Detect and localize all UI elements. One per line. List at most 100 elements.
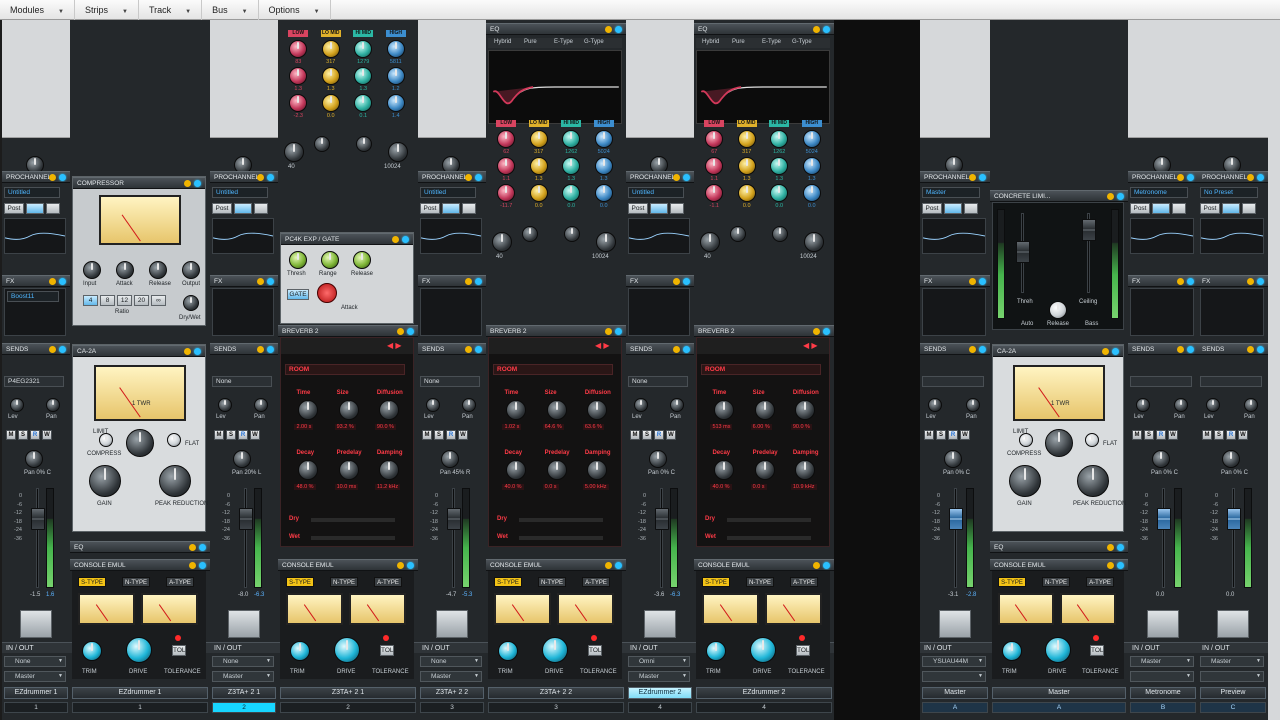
strip-name[interactable]: Metronome [1130,687,1196,699]
button-w[interactable]: W [1238,430,1248,440]
power-icon[interactable] [1117,544,1124,551]
eq-toggle-button[interactable] [26,203,44,214]
eq-freq-knob-2[interactable] [770,130,789,148]
power-icon[interactable] [683,278,690,285]
console-type-1-button[interactable]: N-TYPE [122,577,150,587]
button-s[interactable]: S [1144,430,1154,440]
button-s[interactable]: S [936,430,946,440]
fx-header[interactable]: FX [210,275,278,287]
fx-slot[interactable]: Boost11 [7,291,59,302]
wet-slider[interactable] [311,536,395,540]
power-icon[interactable] [1187,278,1194,285]
send-level-knob[interactable] [634,398,648,412]
button-m[interactable]: M [1132,430,1142,440]
input-select[interactable]: None [4,656,66,667]
sends-header[interactable]: SENDS [2,343,70,355]
power-icon[interactable] [194,348,201,355]
eq-mode-3[interactable]: G-Type [792,39,812,45]
preset-icon[interactable] [1102,348,1109,355]
eq-band-0-button[interactable]: LOW [288,30,309,37]
track-icon[interactable] [436,610,468,638]
send-level-knob[interactable] [218,398,232,412]
sends-header[interactable]: SENDS [920,343,990,355]
eq-q-knob-0[interactable] [497,184,516,202]
button-s[interactable]: S [434,430,444,440]
power-icon[interactable] [979,174,986,181]
preset-icon[interactable] [392,236,399,243]
console-type-0-button[interactable]: S-TYPE [286,577,314,587]
preset-icon[interactable] [1107,562,1114,569]
power-icon[interactable] [267,174,274,181]
eq-hp-knob[interactable] [492,232,512,252]
post-button[interactable]: Post [1130,203,1150,214]
eq-high-shelf-knob[interactable] [564,226,580,242]
eq-mode-1[interactable]: Pure [524,39,537,45]
eq-graph[interactable] [696,50,830,124]
preset-icon[interactable] [813,562,820,569]
link-button[interactable] [1242,203,1256,214]
eq-gain-knob-1[interactable] [321,67,340,85]
console-emul-header[interactable]: CONSOLE EMUL [990,559,1128,571]
eq-band-3-button[interactable]: HIGH [385,30,406,37]
power-icon[interactable] [199,562,206,569]
eq-freq-knob-1[interactable] [321,40,340,58]
volume-fader[interactable] [1227,508,1241,530]
track-icon[interactable] [939,610,971,638]
power-icon[interactable] [194,180,201,187]
preset-icon[interactable] [1247,346,1254,353]
preset-icon[interactable] [257,346,264,353]
power-icon[interactable] [475,174,482,181]
power-icon[interactable] [1257,174,1264,181]
volume-fader[interactable] [655,508,669,530]
trim-knob[interactable] [82,641,102,661]
eq-hp-knob[interactable] [700,232,720,252]
power-icon[interactable] [407,562,414,569]
output-select[interactable]: Master [4,671,66,682]
send-destination[interactable]: None [420,376,480,387]
send-level-knob[interactable] [426,398,440,412]
send-destination[interactable] [1130,376,1192,387]
send-pan-knob[interactable] [462,398,476,412]
output-select[interactable] [1130,671,1194,682]
eq-toggle-button[interactable] [944,203,962,214]
track-icon[interactable] [644,610,676,638]
preset-icon[interactable] [257,174,264,181]
prochannel-preset[interactable]: Untitled [212,187,268,198]
breverb-preset[interactable]: ROOM [493,364,613,375]
sends-header[interactable]: SENDS [1128,343,1198,355]
preset-icon[interactable] [969,346,976,353]
trim-knob[interactable] [498,641,518,661]
eq-freq-knob-0[interactable] [705,130,724,148]
breverb-param-knob[interactable] [714,460,735,480]
eq-freq-knob-1[interactable] [737,130,756,148]
button-m[interactable]: M [924,430,934,440]
preset-icon[interactable] [49,278,56,285]
comp-output-knob[interactable] [182,261,200,279]
eq-q-knob-2[interactable] [354,94,373,112]
power-icon[interactable] [1257,346,1264,353]
strip-name[interactable]: Z3TA+ 2 1 [212,687,276,699]
preset-icon[interactable] [1107,193,1114,200]
console-type-0-button[interactable]: S-TYPE [78,577,106,587]
prochannel-header[interactable]: PROCHANNEL [626,171,694,183]
hf-switch[interactable] [1085,433,1099,447]
preset-icon[interactable] [465,174,472,181]
prochannel-header[interactable]: PROCHANNEL [418,171,486,183]
strip-name[interactable]: Z3TA+ 2 2 [420,687,484,699]
eq-mode-2[interactable]: E-Type [762,39,781,45]
preset-icon[interactable] [673,346,680,353]
peak-reduction-knob[interactable] [1077,465,1109,497]
track-icon[interactable] [1217,610,1249,638]
preset-icon[interactable] [1247,174,1254,181]
eq-q-knob-1[interactable] [737,184,756,202]
breverb-param-knob[interactable] [794,460,815,480]
console-type-2-button[interactable]: A-TYPE [582,577,610,587]
power-icon[interactable] [683,346,690,353]
volume-fader[interactable] [1157,508,1171,530]
eq-freq-knob-0[interactable] [289,40,308,58]
drywet-knob[interactable] [183,295,199,311]
power-icon[interactable] [615,328,622,335]
power-icon[interactable] [475,346,482,353]
volume-fader[interactable] [239,508,253,530]
gate-header[interactable]: PC4K EXP / GATE [281,233,413,245]
